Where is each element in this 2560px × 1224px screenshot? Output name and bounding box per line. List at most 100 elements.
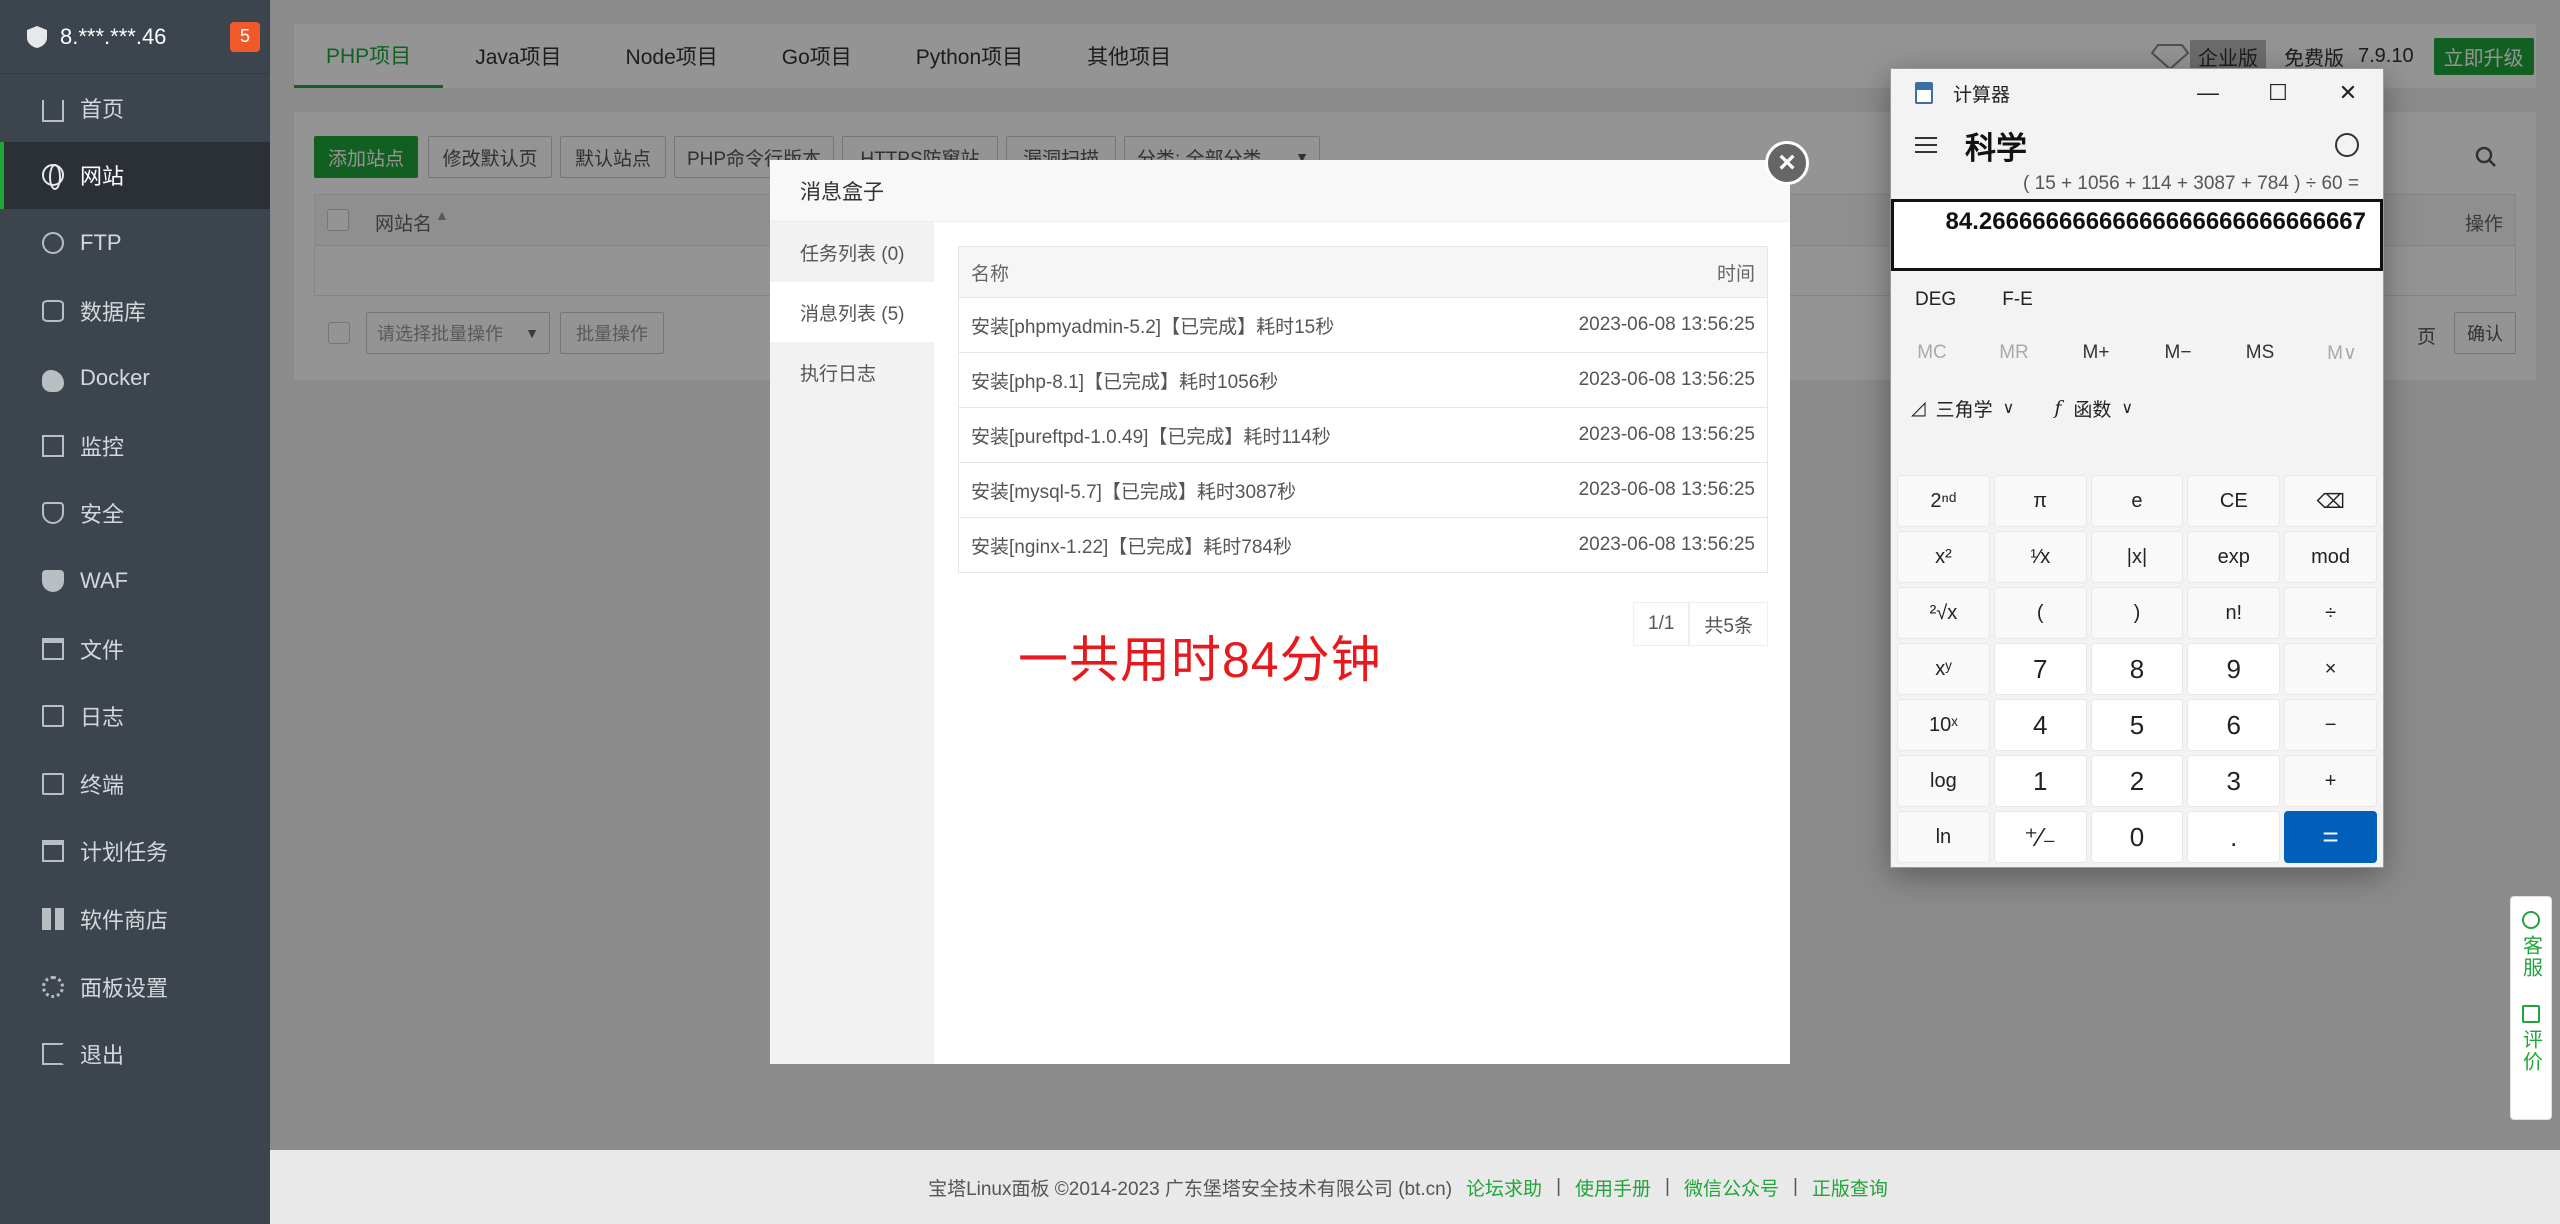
angle-row: DEG F-E bbox=[1891, 271, 2383, 329]
menu-icon[interactable] bbox=[1915, 137, 1937, 153]
key-1[interactable]: 1 bbox=[1993, 755, 2087, 807]
review-button[interactable]: 评价 bbox=[2517, 1029, 2546, 1073]
trig-dropdown[interactable]: ◿ 三角学 ∨ bbox=[1911, 395, 2014, 422]
function-dropdown[interactable]: f 函数 ∨ bbox=[2054, 395, 2133, 422]
sidebar-item-store[interactable]: 软件商店 bbox=[0, 885, 270, 953]
key-6[interactable]: 6 bbox=[2187, 699, 2281, 751]
calculator-display[interactable]: 84.26666666666666666666666666667 bbox=[1891, 199, 2383, 271]
sidebar-item-home[interactable]: 首页 bbox=[0, 74, 270, 142]
deg-button[interactable]: DEG bbox=[1915, 289, 1956, 311]
fe-button[interactable]: F-E bbox=[2002, 289, 2033, 311]
m-minus-button[interactable]: M− bbox=[2137, 342, 2219, 364]
key-9[interactable]: 9 bbox=[2187, 643, 2281, 695]
calculator-mode-bar: 科学 bbox=[1891, 117, 2383, 173]
key-2nd[interactable]: 2ⁿᵈ bbox=[1897, 475, 1990, 527]
key-ten-power[interactable]: 10ˣ bbox=[1897, 699, 1990, 751]
mr-button[interactable]: MR bbox=[1973, 342, 2055, 364]
customer-service-button[interactable]: 客服 bbox=[2517, 935, 2546, 979]
message-name: 安装[nginx-1.22]【已完成】耗时784秒 bbox=[971, 536, 1292, 558]
chevron-down-icon: ∨ bbox=[2002, 400, 2015, 417]
message-name: 安装[php-8.1]【已完成】耗时1056秒 bbox=[971, 371, 1279, 393]
footer-link-genuine[interactable]: 正版查询 bbox=[1812, 1174, 1888, 1201]
sidebar-item-docker[interactable]: Docker bbox=[0, 344, 270, 412]
sidebar-item-terminal[interactable]: 终端 bbox=[0, 750, 270, 818]
key-8[interactable]: 8 bbox=[2090, 643, 2184, 695]
key-7[interactable]: 7 bbox=[1993, 643, 2087, 695]
gear-icon bbox=[42, 975, 64, 998]
footer-link-wechat[interactable]: 微信公众号 bbox=[1684, 1174, 1779, 1201]
history-icon[interactable] bbox=[2335, 133, 2359, 157]
key-5[interactable]: 5 bbox=[2090, 699, 2184, 751]
sidebar-item-monitor[interactable]: 监控 bbox=[0, 412, 270, 480]
key-mod[interactable]: mod bbox=[2284, 531, 2377, 583]
key-log[interactable]: log bbox=[1897, 755, 1990, 807]
table-row: 安装[phpmyadmin-5.2]【已完成】耗时15秒 2023-06-08 1… bbox=[958, 298, 1768, 353]
memory-list-button[interactable]: M∨ bbox=[2301, 342, 2383, 365]
pager-page[interactable]: 1/1 bbox=[1633, 602, 1690, 646]
notification-badge[interactable]: 5 bbox=[230, 21, 260, 52]
server-header: 8.***.***.46 5 bbox=[0, 0, 270, 74]
key-multiply[interactable]: × bbox=[2284, 643, 2377, 695]
key-negate[interactable]: ⁺⁄₋ bbox=[1993, 811, 2087, 863]
key-exp[interactable]: exp bbox=[2187, 531, 2281, 583]
key-equals[interactable]: = bbox=[2284, 811, 2377, 863]
maximize-icon[interactable]: ☐ bbox=[2243, 80, 2313, 106]
mc-button[interactable]: MC bbox=[1891, 342, 1973, 364]
footer-link-forum[interactable]: 论坛求助 bbox=[1466, 1174, 1542, 1201]
key-backspace[interactable]: ⌫ bbox=[2284, 475, 2377, 527]
sidebar-item-label: Docker bbox=[80, 365, 150, 391]
key-square[interactable]: x² bbox=[1897, 531, 1990, 583]
calculator-titlebar: 计算器 — ☐ ✕ bbox=[1891, 69, 2383, 117]
sidebar-item-files[interactable]: 文件 bbox=[0, 615, 270, 683]
total-time-annotation: 一共用时84分钟 bbox=[1018, 632, 1382, 688]
key-ce[interactable]: CE bbox=[2187, 475, 2281, 527]
sidebar-item-security[interactable]: 安全 bbox=[0, 480, 270, 548]
m-plus-button[interactable]: M+ bbox=[2055, 342, 2137, 364]
tab-exec-log[interactable]: 执行日志 bbox=[770, 342, 934, 402]
key-reciprocal[interactable]: ¹⁄x bbox=[1993, 531, 2087, 583]
key-power[interactable]: xʸ bbox=[1897, 643, 1990, 695]
calendar-icon bbox=[42, 840, 64, 863]
sidebar-item-ftp[interactable]: FTP bbox=[0, 209, 270, 277]
modal-close-button[interactable]: × bbox=[1765, 141, 1809, 185]
tab-message-list[interactable]: 消息列表 (5) bbox=[770, 282, 934, 342]
sidebar-item-website[interactable]: 网站 bbox=[0, 141, 270, 210]
sidebar-item-label: WAF bbox=[80, 567, 129, 593]
key-minus[interactable]: − bbox=[2284, 699, 2377, 751]
ms-button[interactable]: MS bbox=[2219, 342, 2301, 364]
sidebar-item-logout[interactable]: 退出 bbox=[0, 1020, 270, 1088]
key-3[interactable]: 3 bbox=[2187, 755, 2281, 807]
key-2[interactable]: 2 bbox=[2090, 755, 2184, 807]
key-pi[interactable]: π bbox=[1993, 475, 2087, 527]
sidebar-item-cron[interactable]: 计划任务 bbox=[0, 818, 270, 886]
key-open-paren[interactable]: ( bbox=[1993, 587, 2087, 639]
footer-link-manual[interactable]: 使用手册 bbox=[1575, 1174, 1651, 1201]
minimize-icon[interactable]: — bbox=[2173, 80, 2243, 106]
close-icon[interactable]: ✕ bbox=[2313, 80, 2383, 106]
key-factorial[interactable]: n! bbox=[2187, 587, 2281, 639]
sidebar-item-settings[interactable]: 面板设置 bbox=[0, 953, 270, 1021]
key-divide[interactable]: ÷ bbox=[2284, 587, 2377, 639]
modal-title: 消息盒子 bbox=[770, 160, 1790, 222]
key-sqrt[interactable]: ²√x bbox=[1897, 587, 1990, 639]
key-4[interactable]: 4 bbox=[1993, 699, 2087, 751]
key-plus[interactable]: + bbox=[2284, 755, 2377, 807]
key-close-paren[interactable]: ) bbox=[2090, 587, 2184, 639]
sidebar-item-logs[interactable]: 日志 bbox=[0, 682, 270, 750]
key-abs[interactable]: |x| bbox=[2090, 531, 2184, 583]
key-e[interactable]: e bbox=[2090, 475, 2184, 527]
sidebar-item-database[interactable]: 数据库 bbox=[0, 277, 270, 345]
sidebar-item-label: 软件商店 bbox=[80, 907, 169, 933]
key-decimal[interactable]: . bbox=[2187, 811, 2281, 863]
pager-total: 共5条 bbox=[1689, 602, 1768, 646]
col-time: 时间 bbox=[1716, 263, 1755, 285]
sidebar-item-waf[interactable]: WAF bbox=[0, 547, 270, 615]
message-pager: 1/1 共5条 bbox=[1633, 602, 1768, 646]
right-float-panel: 客服 评价 bbox=[2510, 896, 2552, 1120]
ftp-icon bbox=[42, 231, 64, 254]
key-ln[interactable]: ln bbox=[1897, 811, 1990, 863]
function-icon: f bbox=[2054, 397, 2062, 419]
window-controls: — ☐ ✕ bbox=[2173, 80, 2383, 106]
tab-task-list[interactable]: 任务列表 (0) bbox=[770, 222, 934, 282]
key-0[interactable]: 0 bbox=[2090, 811, 2184, 863]
